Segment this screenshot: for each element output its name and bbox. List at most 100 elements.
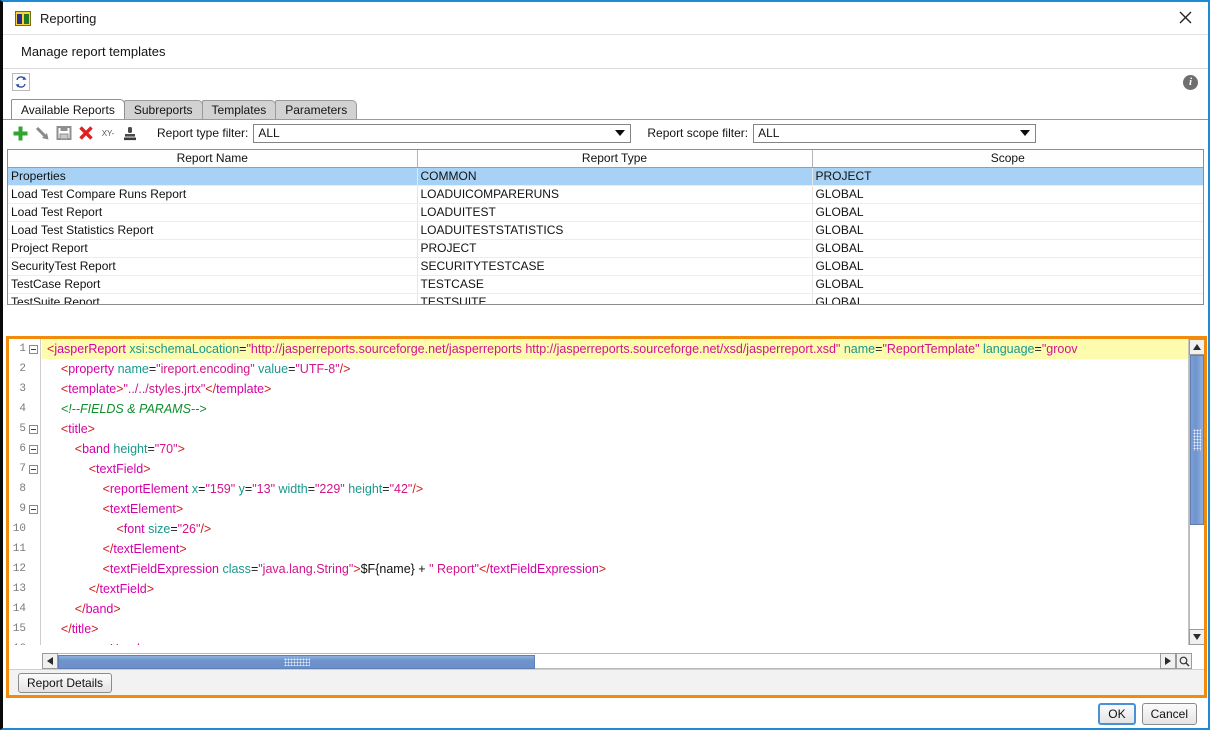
subtitle-bar: Manage report templates — [3, 34, 1208, 69]
reporting-window: Reporting Manage report templates i Avai… — [0, 0, 1210, 730]
report-name-cell: TestCase Report — [8, 275, 417, 293]
report-scope-cell: GLOBAL — [812, 203, 1203, 221]
report-scope-filter-label: Report scope filter: — [647, 126, 748, 140]
code-line[interactable]: <reportElement x="159" y="13" width="229… — [42, 479, 1188, 499]
code-line[interactable]: <template>"../../styles.jrtx"</template> — [42, 379, 1188, 399]
delete-icon[interactable] — [75, 122, 97, 144]
code-line[interactable]: </textElement> — [42, 539, 1188, 559]
tab-subreports[interactable]: Subreports — [124, 100, 203, 119]
table-row[interactable]: Project ReportPROJECTGLOBAL — [8, 239, 1203, 257]
fold-toggle-icon[interactable] — [29, 445, 38, 454]
tab-available-reports[interactable]: Available Reports — [11, 99, 125, 119]
table-row[interactable]: Load Test Compare Runs ReportLOADUICOMPA… — [8, 185, 1203, 203]
ok-button[interactable]: OK — [1098, 703, 1135, 725]
code-line[interactable]: <property name="ireport.encoding" value=… — [42, 359, 1188, 379]
fold-spacer — [29, 365, 38, 374]
line-number: 14 — [9, 599, 40, 619]
tab-label: Subreports — [134, 103, 193, 117]
editor-code-area[interactable]: <jasperReport xsi:schemaLocation="http:/… — [42, 339, 1188, 645]
report-name-cell: TestSuite Report — [8, 293, 417, 305]
table-row[interactable]: TestCase ReportTESTCASEGLOBAL — [8, 275, 1203, 293]
table-row[interactable]: TestSuite ReportTESTSUITEGLOBAL — [8, 293, 1203, 305]
line-number: 1 — [9, 339, 40, 359]
tab-label: Available Reports — [21, 103, 115, 117]
zoom-icon[interactable] — [1176, 653, 1192, 669]
save-icon[interactable] — [53, 122, 75, 144]
add-icon[interactable] — [9, 122, 31, 144]
table-row[interactable]: Load Test Statistics ReportLOADUITESTSTA… — [8, 221, 1203, 239]
code-line[interactable]: <!--FIELDS & PARAMS--> — [42, 399, 1188, 419]
fold-spacer — [29, 585, 38, 594]
fold-toggle-icon[interactable] — [29, 465, 38, 474]
report-scope-cell: GLOBAL — [812, 185, 1203, 203]
vscroll-thumb[interactable] — [1190, 355, 1204, 525]
line-number: 12 — [9, 559, 40, 579]
line-number: 4 — [9, 399, 40, 419]
fold-toggle-icon[interactable] — [29, 505, 38, 514]
report-name-cell: SecurityTest Report — [8, 257, 417, 275]
code-line[interactable]: </band> — [42, 599, 1188, 619]
fold-spacer — [29, 605, 38, 614]
code-line[interactable]: </title> — [42, 619, 1188, 639]
report-scope-filter-select[interactable]: ALL — [753, 124, 1036, 143]
column-header-report-type[interactable]: Report Type — [417, 150, 812, 167]
code-line[interactable]: <font size="26"/> — [42, 519, 1188, 539]
fold-toggle-icon[interactable] — [29, 645, 38, 646]
code-line[interactable]: <textElement> — [42, 499, 1188, 519]
chevron-down-icon — [1020, 130, 1030, 136]
line-number: 15 — [9, 619, 40, 639]
scroll-down-icon[interactable] — [1189, 629, 1204, 645]
report-type-filter-select[interactable]: ALL — [253, 124, 631, 143]
info-icon[interactable]: i — [1183, 75, 1198, 90]
report-scope-cell: GLOBAL — [812, 221, 1203, 239]
report-type-cell: TESTSUITE — [417, 293, 812, 305]
fold-toggle-icon[interactable] — [29, 425, 38, 434]
refresh-icon[interactable] — [12, 73, 30, 91]
report-scope-filter-value: ALL — [758, 126, 779, 140]
column-header-scope[interactable]: Scope — [812, 150, 1203, 167]
report-scope-cell: PROJECT — [812, 167, 1203, 185]
available-reports-panel: XY- Report type filter: ALL Report scope… — [3, 119, 1208, 325]
table-row[interactable]: SecurityTest ReportSECURITYTESTCASEGLOBA… — [8, 257, 1203, 275]
scroll-up-icon[interactable] — [1189, 339, 1204, 355]
cancel-button[interactable]: Cancel — [1142, 703, 1197, 725]
tab-templates[interactable]: Templates — [202, 100, 277, 119]
editor-vertical-scrollbar[interactable] — [1188, 339, 1204, 645]
xy-icon-label: XY- — [102, 129, 115, 138]
code-line[interactable]: </textField> — [42, 579, 1188, 599]
tab-strip: Available Reports Subreports Templates P… — [3, 99, 1208, 119]
report-details-button[interactable]: Report Details — [18, 673, 112, 693]
hscroll-thumb[interactable] — [58, 655, 535, 669]
fold-toggle-icon[interactable] — [29, 345, 38, 354]
scroll-right-icon[interactable] — [1160, 653, 1176, 669]
editor-horizontal-scrollbar[interactable] — [42, 653, 1192, 669]
code-line[interactable]: <textFieldExpression class="java.lang.St… — [42, 559, 1188, 579]
xy-icon[interactable]: XY- — [97, 122, 119, 144]
report-scope-cell: GLOBAL — [812, 293, 1203, 305]
table-row[interactable]: Load Test ReportLOADUITESTGLOBAL — [8, 203, 1203, 221]
tab-label: Parameters — [285, 103, 347, 117]
stamp-icon[interactable] — [119, 122, 141, 144]
hscroll-track[interactable] — [58, 653, 1160, 669]
fold-spacer — [29, 545, 38, 554]
report-type-cell: LOADUITEST — [417, 203, 812, 221]
close-icon[interactable] — [1162, 2, 1208, 33]
table-row[interactable]: PropertiesCOMMONPROJECT — [8, 167, 1203, 185]
xml-editor-panel: 12345678910111213141516 <jasperReport xs… — [6, 336, 1207, 698]
vscroll-track[interactable] — [1189, 355, 1204, 629]
scroll-left-icon[interactable] — [42, 653, 58, 669]
column-header-report-name[interactable]: Report Name — [8, 150, 417, 167]
tab-parameters[interactable]: Parameters — [275, 100, 357, 119]
code-line[interactable]: <jasperReport xsi:schemaLocation="http:/… — [42, 339, 1188, 359]
report-type-cell: SECURITYTESTCASE — [417, 257, 812, 275]
code-line[interactable]: <textField> — [42, 459, 1188, 479]
xml-editor-body[interactable]: 12345678910111213141516 <jasperReport xs… — [9, 339, 1204, 645]
report-type-filter-label: Report type filter: — [157, 126, 248, 140]
code-line[interactable]: <pageHeader> — [42, 639, 1188, 645]
rename-icon[interactable] — [31, 122, 53, 144]
code-line[interactable]: <band height="70"> — [42, 439, 1188, 459]
line-number: 8 — [9, 479, 40, 499]
line-number: 9 — [9, 499, 40, 519]
code-line[interactable]: <title> — [42, 419, 1188, 439]
fold-spacer — [29, 405, 38, 414]
